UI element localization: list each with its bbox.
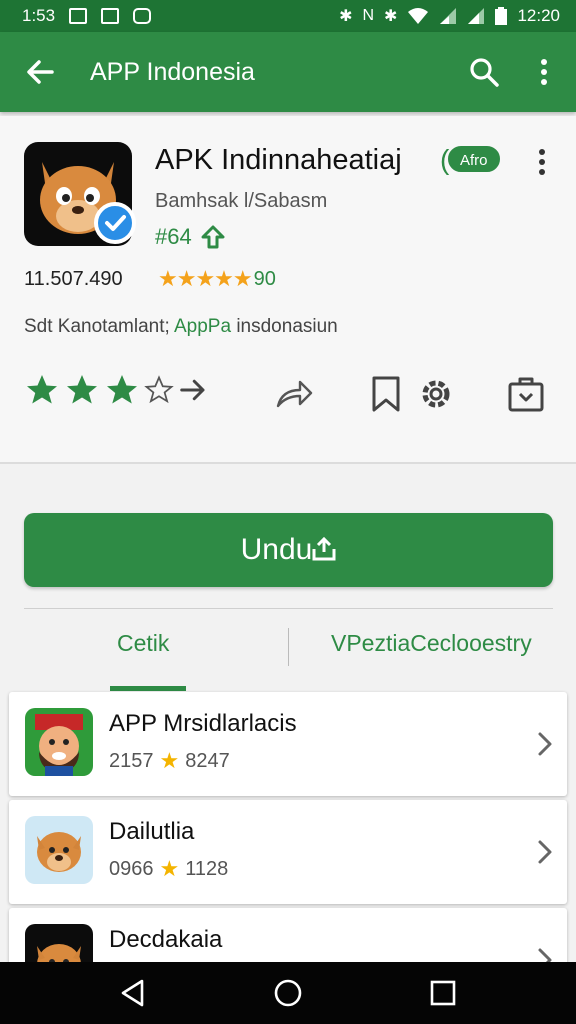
tagline: Sdt Kanotamlant; AppPa insdonasiun	[24, 316, 338, 338]
status-bar: 1:53 ✱ N ✱ 12:20	[0, 0, 576, 32]
rating-value: 90	[253, 267, 276, 290]
rank-label: #64	[155, 224, 192, 249]
action-row	[24, 372, 564, 416]
rating-stars: ★★★★★	[158, 266, 253, 291]
star-icon: ★	[159, 856, 180, 881]
arrow-back-icon[interactable]	[22, 54, 58, 90]
chevron-right-icon[interactable]	[535, 838, 555, 866]
signal-icon	[440, 8, 457, 24]
list-item[interactable]: Dailutlia 0966 ★ 1128	[9, 800, 567, 904]
divider	[0, 462, 576, 464]
developer-name[interactable]: Bamhsak l/Sabasm	[155, 190, 327, 213]
status-time-right: 12:20	[517, 6, 560, 25]
list-item-count: 0966	[109, 857, 154, 880]
divider	[24, 608, 553, 609]
status-time-left: 1:53	[22, 6, 56, 25]
nav-back-icon[interactable]	[118, 978, 148, 1008]
rating: ★★★★★ 90	[158, 266, 276, 292]
bluetooth-icon: ✱	[339, 8, 353, 25]
list-item-title: Dailutlia	[109, 818, 195, 845]
photo-notification-icon	[101, 8, 120, 24]
search-icon[interactable]	[466, 54, 502, 90]
share-icon[interactable]	[274, 374, 314, 414]
wifi-icon	[408, 8, 429, 24]
tab-separator	[288, 628, 289, 666]
tagline-suffix: insdonasiun	[231, 316, 338, 337]
star-icon: ★	[159, 748, 180, 773]
character-icon	[35, 714, 83, 776]
tab-indicator	[110, 686, 186, 691]
tagline-highlight[interactable]: AppPa	[174, 316, 231, 337]
chevron-right-icon[interactable]	[535, 730, 555, 758]
fox-mascot-icon	[37, 832, 81, 872]
category-badge: Afro	[448, 146, 500, 172]
nav-recents-icon[interactable]	[428, 978, 458, 1008]
list-item-value: 8247	[185, 749, 230, 772]
tab-detail[interactable]: Cetik	[117, 630, 169, 657]
gear-icon[interactable]	[416, 374, 456, 414]
list-item-count: 2157	[109, 749, 154, 772]
app-header: APK Indinnaheatiaj ( Afro Bamhsak l/Saba…	[0, 116, 576, 464]
star-outline-icon[interactable]	[144, 375, 174, 405]
more-vert-icon[interactable]	[528, 54, 560, 90]
list-item-value: 1128	[185, 857, 229, 880]
briefcase-icon[interactable]	[506, 374, 546, 414]
download-icon	[312, 537, 336, 561]
install-button[interactable]: Undu	[24, 513, 553, 587]
game-notification-icon	[133, 8, 152, 24]
star-filled-icon[interactable]	[24, 372, 60, 408]
rate-stars[interactable]	[24, 372, 208, 408]
list-item-meta: 2157 ★ 8247	[109, 748, 230, 774]
tab-bar: Cetik VPeztiaCeclooestry	[0, 610, 576, 691]
more-vert-icon[interactable]	[530, 146, 554, 178]
list-item-meta: 0966 ★ 1128	[109, 856, 228, 882]
tab-category[interactable]: VPeztiaCeclooestry	[331, 630, 532, 657]
page-title: APP Indonesia	[90, 58, 255, 86]
list-item-title: APP Mrsidlarlacis	[109, 710, 297, 737]
battery-icon	[495, 7, 508, 25]
app-thumbnail	[25, 816, 93, 884]
app-thumbnail	[25, 708, 93, 776]
tagline-prefix: Sdt Kanotamlant;	[24, 316, 174, 337]
system-nav-bar	[0, 962, 576, 1024]
nfc-icon: N	[362, 7, 375, 24]
star-filled-icon[interactable]	[104, 372, 140, 408]
list-item-title: Decdakaia	[109, 926, 223, 953]
trending-icon	[201, 225, 225, 249]
arrow-forward-icon[interactable]	[178, 375, 208, 405]
signal-icon-2	[468, 8, 485, 24]
install-label: Undu	[240, 533, 313, 566]
screenshot-notification-icon	[69, 8, 88, 24]
download-count: 11.507.490	[24, 268, 123, 290]
bookmark-icon[interactable]	[366, 374, 406, 414]
app-name: APK Indinnaheatiaj	[155, 144, 402, 176]
rank: #64	[155, 224, 226, 250]
list-item[interactable]: APP Mrsidlarlacis 2157 ★ 8247	[9, 692, 567, 796]
vibrate-icon: ✱	[384, 8, 398, 25]
verified-badge-icon	[94, 202, 136, 244]
star-filled-icon[interactable]	[64, 372, 100, 408]
app-bar: APP Indonesia	[0, 32, 576, 112]
nav-home-icon[interactable]	[273, 978, 303, 1008]
